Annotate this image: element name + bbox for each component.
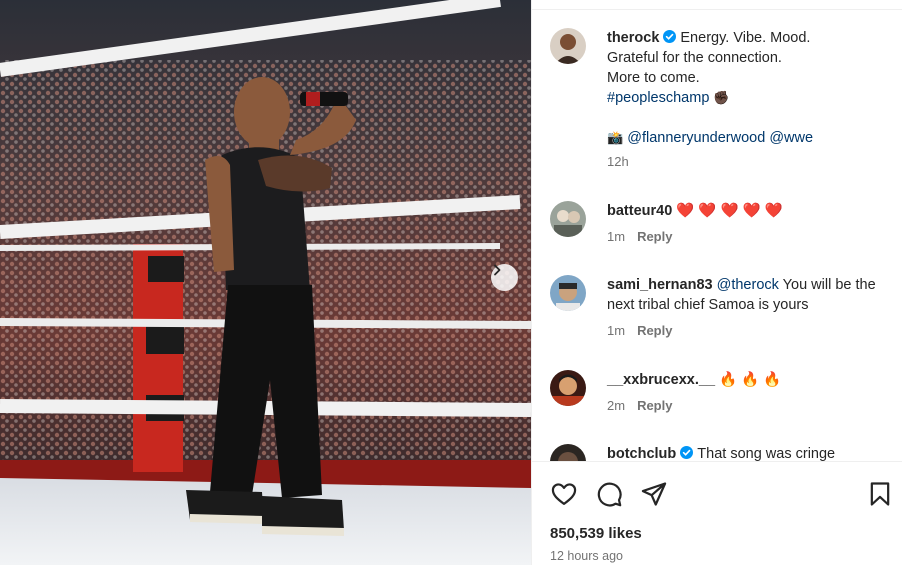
comment-username[interactable]: batteur40 bbox=[607, 203, 672, 219]
comment-username[interactable]: sami_hernan83 bbox=[607, 277, 713, 293]
post-timestamp[interactable]: 12 hours ago bbox=[550, 549, 623, 563]
comment-username[interactable]: botchclub bbox=[607, 446, 676, 461]
fist-emoji: ✊🏿 bbox=[713, 90, 730, 105]
verified-badge-icon bbox=[680, 446, 694, 459]
comment-time: 2m bbox=[607, 398, 626, 413]
commenter-avatar-image bbox=[550, 370, 586, 406]
save-button[interactable] bbox=[866, 480, 894, 508]
author-avatar-image bbox=[550, 28, 586, 64]
credit-link-1[interactable]: @flanneryunderwood bbox=[627, 130, 765, 146]
commenter-avatar-image bbox=[550, 275, 586, 311]
reply-button[interactable]: Reply bbox=[637, 229, 672, 244]
comment-text: 🔥 🔥 🔥 bbox=[719, 372, 782, 388]
post-actions: 850,539 likes 12 hours ago bbox=[532, 461, 902, 565]
avatar[interactable] bbox=[550, 201, 586, 237]
post-age[interactable]: 12h bbox=[607, 154, 629, 169]
camera-emoji: 📸 bbox=[607, 130, 624, 145]
heart-icon bbox=[551, 483, 577, 506]
post-photo bbox=[0, 0, 531, 565]
avatar[interactable] bbox=[550, 370, 586, 406]
commenter-avatar-image bbox=[550, 444, 586, 461]
bookmark-icon bbox=[870, 482, 890, 506]
chevron-right-icon bbox=[494, 264, 501, 276]
next-image-button[interactable] bbox=[491, 264, 518, 291]
caption-line-3: More to come. bbox=[607, 70, 700, 86]
post-image[interactable] bbox=[0, 0, 531, 565]
commenter-avatar-image bbox=[550, 201, 586, 237]
caption-username[interactable]: therock bbox=[607, 30, 659, 46]
comment-username[interactable]: __xxbrucexx.__ bbox=[607, 372, 715, 388]
mention-link[interactable]: @therock bbox=[717, 277, 779, 293]
avatar[interactable] bbox=[550, 28, 586, 64]
comments-list[interactable]: therock Energy. Vibe. Mood. Grateful for … bbox=[532, 10, 902, 461]
credit-link-2[interactable]: @wwe bbox=[769, 130, 813, 146]
avatar[interactable] bbox=[550, 444, 586, 461]
likes-count[interactable]: 850,539 likes bbox=[550, 525, 642, 542]
caption-line-1: Energy. Vibe. Mood. bbox=[680, 30, 811, 46]
like-button[interactable] bbox=[550, 480, 578, 508]
comment-time: 1m bbox=[607, 229, 626, 244]
comment-bubble-icon bbox=[597, 482, 622, 507]
comment-time: 1m bbox=[607, 323, 626, 338]
comment-text: ❤️ ❤️ ❤️ ❤️ ❤️ bbox=[676, 203, 783, 219]
paper-plane-icon bbox=[641, 482, 667, 506]
verified-badge-icon bbox=[663, 30, 677, 43]
comment-button[interactable] bbox=[595, 480, 623, 508]
reply-button[interactable]: Reply bbox=[637, 398, 672, 413]
post-side-panel: therock Energy. Vibe. Mood. Grateful for … bbox=[531, 0, 902, 565]
avatar[interactable] bbox=[550, 275, 586, 311]
caption-line-2: Grateful for the connection. bbox=[607, 50, 782, 66]
share-button[interactable] bbox=[640, 480, 668, 508]
hashtag-link[interactable]: #peopleschamp bbox=[607, 90, 709, 106]
comment-text: That song was cringe bbox=[697, 446, 836, 461]
reply-button[interactable]: Reply bbox=[637, 323, 672, 338]
